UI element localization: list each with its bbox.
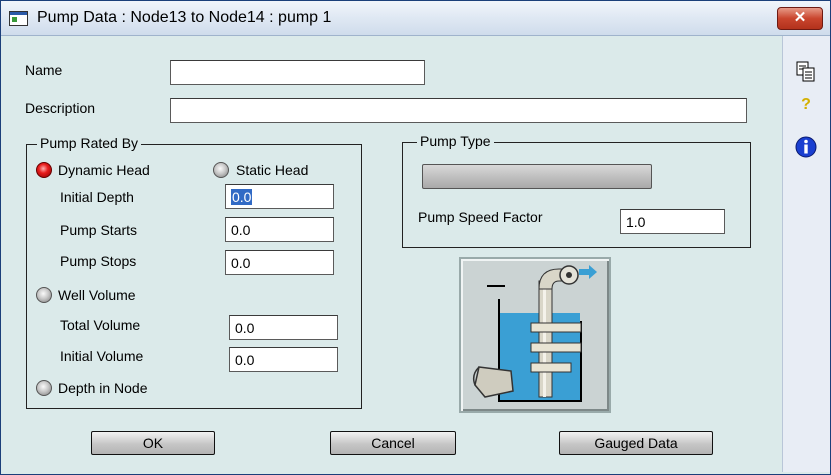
pump-data-dialog: Pump Data : Node13 to Node14 : pump 1 ✕ … [0,0,831,475]
description-input[interactable] [170,98,747,123]
pump-starts-input[interactable]: 0.0 [225,217,334,242]
ok-button[interactable]: OK [91,431,215,455]
dialog-body: Name Description Pump Rated By Dynamic H… [5,36,779,472]
dynamic-head-radio[interactable] [36,162,52,178]
initial-depth-input[interactable]: 0.0 [225,184,334,209]
well-volume-label[interactable]: Well Volume [58,287,136,303]
depth-in-node-radio[interactable] [36,380,52,396]
pump-speed-factor-label: Pump Speed Factor [418,209,543,225]
pump-speed-factor-input[interactable]: 1.0 [620,209,725,234]
description-label: Description [25,100,96,116]
pump-stops-input[interactable]: 0.0 [225,250,334,275]
cancel-button[interactable]: Cancel [330,431,456,455]
pump-illustration [459,257,611,413]
pump-starts-label: Pump Starts [60,222,138,238]
pump-rated-by-legend: Pump Rated By [37,135,142,151]
close-button[interactable]: ✕ [777,7,823,30]
pump-type-legend: Pump Type [417,133,494,149]
total-volume-label: Total Volume [60,317,141,333]
dynamic-head-label[interactable]: Dynamic Head [58,162,150,178]
copy-icon[interactable] [795,60,817,82]
info-icon[interactable] [795,136,817,158]
initial-volume-label: Initial Volume [60,348,144,364]
title-bar: Pump Data : Node13 to Node14 : pump 1 ✕ [1,1,830,36]
static-head-radio[interactable] [213,162,229,178]
initial-volume-input[interactable]: 0.0 [229,347,338,372]
pump-type-select[interactable] [422,164,652,189]
name-label: Name [25,62,63,78]
side-toolbar: ? [782,36,830,472]
app-window-icon [9,11,28,26]
total-volume-input[interactable]: 0.0 [229,315,338,340]
well-volume-radio[interactable] [36,287,52,303]
static-head-label[interactable]: Static Head [236,162,308,178]
gauged-data-button[interactable]: Gauged Data [559,431,713,455]
initial-depth-label: Initial Depth [60,189,134,205]
pump-stops-label: Pump Stops [60,253,137,269]
name-input[interactable] [170,60,425,85]
initial-depth-value: 0.0 [231,189,253,205]
depth-in-node-label[interactable]: Depth in Node [58,380,148,396]
help-icon[interactable]: ? [795,96,817,118]
pump-diagram-icon [472,265,597,402]
window-title: Pump Data : Node13 to Node14 : pump 1 [37,9,332,26]
